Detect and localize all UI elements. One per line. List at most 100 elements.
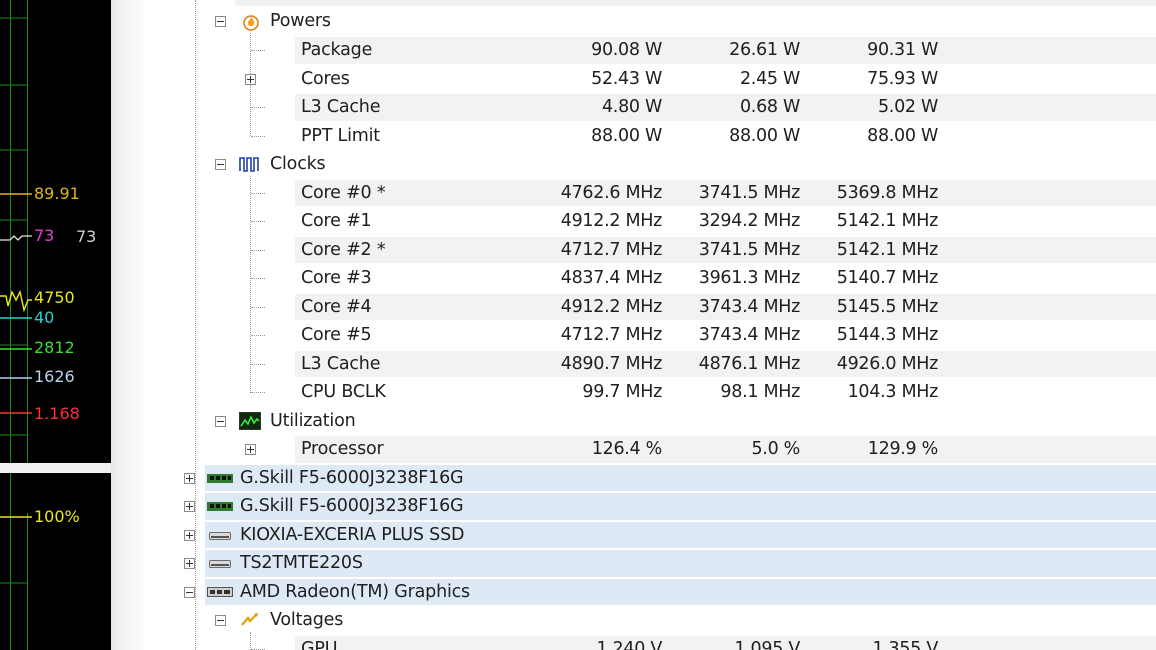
sensor-value-max: 90.31 W [867, 40, 938, 60]
sensor-row-package[interactable]: Package 90.08 W 26.61 W 90.31 W [145, 36, 1156, 65]
group-label: Powers [270, 11, 331, 31]
sensor-row-core-1[interactable]: Core #1 4912.2 MHz 3294.2 MHz 5142.1 MHz [145, 207, 1156, 236]
device-row-ram-1[interactable]: G.Skill F5-6000J3238F16G [145, 464, 1156, 493]
sensor-name: Package [301, 40, 373, 60]
graph-value-utilization: 100% [34, 507, 80, 526]
sensor-value-min: 3741.5 MHz [698, 182, 801, 203]
tree-connector [251, 335, 265, 336]
sensor-value-max: 75.93 W [867, 68, 938, 89]
sensor-row-core-5[interactable]: Core #5 4712.7 MHz 3743.4 MHz 5144.3 MHz [145, 321, 1156, 350]
device-row-ssd-ts2tmte220s[interactable]: TS2TMTE220S [145, 549, 1156, 578]
sensor-graph-bottom: 100% [0, 473, 111, 650]
graph-value-package-power: 89.91 [34, 184, 80, 203]
sensor-value-max: 5.02 W [877, 97, 938, 117]
sensor-tree: Powers Package 90.08 W 26.61 W 90.31 W C… [145, 0, 1156, 650]
sensor-name: Core #1 [301, 211, 372, 231]
sensor-row-core-3[interactable]: Core #3 4837.4 MHz 3961.3 MHz 5140.7 MHz [145, 264, 1156, 293]
expand-toggle[interactable] [184, 529, 195, 541]
group-powers[interactable]: Powers [145, 7, 1156, 36]
activity-monitor-icon [239, 411, 261, 430]
graph-value-memory-clock: 2812 [34, 338, 75, 357]
group-label: Utilization [270, 410, 356, 431]
sensor-value-min: 3294.2 MHz [698, 211, 801, 231]
group-utilization[interactable]: Utilization [145, 407, 1156, 436]
splitter-handle[interactable] [111, 0, 145, 650]
sensor-value-current: 4912.2 MHz [560, 296, 663, 317]
gpu-card-icon [207, 586, 233, 597]
sensor-name: Core #4 [301, 296, 372, 317]
device-name: KIOXIA-EXCERIA PLUS SSD [240, 524, 465, 545]
sensor-row-l3-cache-power[interactable]: L3 Cache 4.80 W 0.68 W 5.02 W [145, 93, 1156, 122]
sensor-name: Core #5 [301, 325, 372, 345]
tree-connector [251, 221, 265, 222]
graph-value-core-clock: 4750 [34, 288, 75, 307]
device-name: G.Skill F5-6000J3238F16G [240, 496, 464, 516]
sensor-value-current: 1.240 V [596, 638, 662, 650]
collapse-toggle[interactable] [215, 415, 226, 427]
sensor-row-core-4[interactable]: Core #4 4912.2 MHz 3743.4 MHz 5145.5 MHz [145, 293, 1156, 322]
expand-toggle[interactable] [245, 444, 256, 455]
tree-connector [251, 50, 265, 51]
collapse-toggle[interactable] [184, 586, 195, 598]
group-label: Voltages [270, 610, 344, 630]
device-row-ssd-kioxia[interactable]: KIOXIA-EXCERIA PLUS SSD [145, 521, 1156, 550]
collapse-toggle[interactable] [215, 615, 226, 626]
sensor-value-min: 1.095 V [734, 638, 800, 650]
expand-toggle[interactable] [245, 73, 256, 85]
sensor-value-min: 0.68 W [739, 97, 800, 117]
sensor-value-current: 4912.2 MHz [560, 211, 663, 231]
sensor-value-current: 4890.7 MHz [560, 353, 663, 374]
sensor-value-min: 3743.4 MHz [698, 325, 801, 345]
sensor-value-max: 5144.3 MHz [836, 325, 939, 345]
collapse-toggle[interactable] [215, 159, 226, 170]
sensor-value-min: 2.45 W [739, 68, 800, 89]
device-name: TS2TMTE220S [240, 553, 363, 573]
expand-toggle[interactable] [184, 558, 195, 569]
sensor-value-max: 1.355 V [872, 638, 938, 650]
tree-connector [251, 392, 265, 393]
sensor-graph-panel: 89.91 73 73 4750 40 2812 1626 1.168 100% [0, 0, 145, 650]
sensor-name: Processor [301, 439, 384, 459]
sensor-value-max: 4926.0 MHz [836, 353, 939, 374]
sensor-row-cpu-bclk[interactable]: CPU BCLK 99.7 MHz 98.1 MHz 104.3 MHz [145, 378, 1156, 407]
sensor-value-min: 88.00 W [729, 125, 800, 146]
sensor-value-max: 5140.7 MHz [836, 268, 939, 288]
sensor-value-max: 5142.1 MHz [836, 239, 939, 260]
sensor-row-core-2[interactable]: Core #2 * 4712.7 MHz 3741.5 MHz 5142.1 M… [145, 236, 1156, 265]
expand-toggle[interactable] [184, 472, 195, 484]
graph-value-temperature-avg: 73 [76, 227, 97, 246]
tree-connector [251, 107, 265, 108]
tree-connector [251, 306, 265, 308]
sensor-row-cores[interactable]: Cores 52.43 W 2.45 W 75.93 W [145, 65, 1156, 94]
sensor-row-l3-cache-clock[interactable]: L3 Cache 4890.7 MHz 4876.1 MHz 4926.0 MH… [145, 350, 1156, 379]
sensor-name: Core #0 * [301, 182, 386, 203]
sensor-value-max: 5142.1 MHz [836, 211, 939, 231]
collapse-toggle[interactable] [215, 16, 226, 27]
sensor-value-min: 4876.1 MHz [698, 353, 801, 374]
sensor-value-current: 126.4 % [591, 439, 663, 459]
sensor-row-processor[interactable]: Processor 126.4 % 5.0 % 129.9 % [145, 435, 1156, 464]
tree-connector [251, 135, 265, 137]
group-voltages[interactable]: Voltages [145, 606, 1156, 635]
sensor-row-ppt-limit[interactable]: PPT Limit 88.00 W 88.00 W 88.00 W [145, 122, 1156, 151]
expand-toggle[interactable] [184, 501, 195, 512]
sensor-value-max: 129.9 % [867, 439, 939, 459]
sensor-name: Core #2 * [301, 239, 386, 260]
device-row-ram-2[interactable]: G.Skill F5-6000J3238F16G [145, 492, 1156, 521]
sensor-name: L3 Cache [301, 97, 381, 117]
sensor-value-current: 4712.7 MHz [560, 239, 663, 260]
ram-module-icon [207, 473, 233, 483]
sensor-row-core-0[interactable]: Core #0 * 4762.6 MHz 3741.5 MHz 5369.8 M… [145, 179, 1156, 208]
tree-connector [251, 278, 265, 279]
device-name: AMD Radeon(TM) Graphics [240, 581, 470, 602]
sensor-name: Core #3 [301, 268, 372, 288]
sensor-value-max: 5145.5 MHz [836, 296, 939, 317]
sensor-row-gpu-voltage[interactable]: GPU 1.240 V 1.095 V 1.355 V [145, 635, 1156, 650]
tree-row-partial [145, 0, 1156, 7]
device-name: G.Skill F5-6000J3238F16G [240, 467, 464, 488]
tree-connector [251, 249, 265, 251]
device-row-gpu[interactable]: AMD Radeon(TM) Graphics [145, 578, 1156, 607]
group-clocks[interactable]: Clocks [145, 150, 1156, 179]
sensor-value-current: 4762.6 MHz [560, 182, 663, 203]
sensor-value-current: 99.7 MHz [582, 382, 662, 402]
